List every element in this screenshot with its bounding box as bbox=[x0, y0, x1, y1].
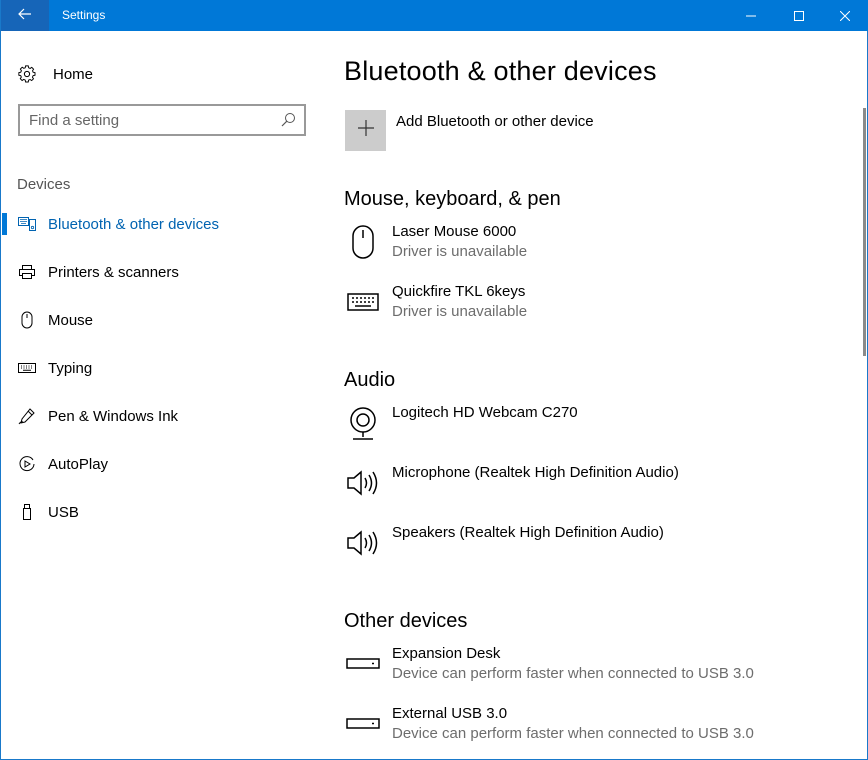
sidebar-item-typing[interactable]: Typing bbox=[2, 350, 322, 386]
sidebar-item-mouse[interactable]: Mouse bbox=[2, 302, 322, 338]
title-bar: Settings bbox=[1, 0, 868, 31]
sidebar-item-label: AutoPlay bbox=[48, 455, 109, 473]
back-arrow-icon bbox=[18, 7, 32, 25]
device-status: Device can perform faster when connected… bbox=[392, 725, 754, 742]
minimize-button[interactable] bbox=[728, 0, 774, 31]
add-device-label: Add Bluetooth or other device bbox=[396, 113, 594, 130]
sidebar-item-home[interactable]: Home bbox=[17, 63, 93, 85]
device-item[interactable]: Speakers (Realtek High Definition Audio) bbox=[345, 524, 845, 570]
sidebar-item-label: Mouse bbox=[48, 311, 94, 329]
printer-icon bbox=[17, 262, 37, 282]
group-title-audio: Audio bbox=[344, 369, 396, 391]
keyboard-icon bbox=[345, 283, 381, 321]
sidebar-item-label: Typing bbox=[48, 359, 93, 377]
maximize-icon bbox=[794, 10, 804, 21]
gear-icon bbox=[17, 64, 37, 84]
pen-icon bbox=[17, 406, 37, 426]
sidebar-item-usb[interactable]: USB bbox=[2, 494, 322, 530]
search-box[interactable] bbox=[18, 104, 306, 136]
sidebar: Home Devices Bluetooth bbox=[2, 31, 322, 759]
scrollbar-thumb[interactable] bbox=[863, 108, 866, 356]
home-label: Home bbox=[53, 65, 94, 83]
sidebar-item-label: USB bbox=[48, 503, 79, 521]
add-tile bbox=[345, 110, 386, 151]
close-icon bbox=[840, 10, 850, 21]
plus-icon bbox=[357, 119, 375, 142]
device-name: Expansion Desk bbox=[392, 645, 501, 662]
sidebar-item-label: Printers & scanners bbox=[48, 263, 179, 281]
group-title-other-devices: Other devices bbox=[344, 610, 468, 632]
page-title: Bluetooth & other devices bbox=[344, 56, 657, 86]
sidebar-item-printers[interactable]: Printers & scanners bbox=[2, 254, 322, 290]
device-item[interactable]: Microphone (Realtek High Definition Audi… bbox=[345, 464, 845, 510]
device-name: Quickfire TKL 6keys bbox=[392, 283, 526, 300]
maximize-button[interactable] bbox=[776, 0, 822, 31]
device-name: Speakers (Realtek High Definition Audio) bbox=[392, 524, 664, 541]
device-name: Logitech HD Webcam C270 bbox=[392, 404, 578, 421]
device-item[interactable]: External USB 3.0 Device can perform fast… bbox=[345, 705, 845, 751]
main-content: Bluetooth & other devices Add Bluetooth … bbox=[322, 31, 858, 759]
drive-icon bbox=[345, 705, 381, 743]
sidebar-item-autoplay[interactable]: AutoPlay bbox=[2, 446, 322, 482]
active-indicator bbox=[2, 213, 7, 235]
group-title-mouse-keyboard-pen: Mouse, keyboard, & pen bbox=[344, 188, 561, 210]
device-status: Driver is unavailable bbox=[392, 303, 528, 320]
search-icon[interactable] bbox=[280, 112, 296, 128]
sidebar-item-label: Pen & Windows Ink bbox=[48, 407, 179, 425]
sidebar-item-bluetooth[interactable]: Bluetooth & other devices bbox=[2, 206, 322, 242]
add-device-button[interactable]: Add Bluetooth or other device bbox=[345, 110, 594, 151]
speaker-icon bbox=[345, 524, 381, 562]
device-status: Device can perform faster when connected… bbox=[392, 665, 754, 682]
device-name: Microphone (Realtek High Definition Audi… bbox=[392, 464, 679, 481]
webcam-icon bbox=[345, 404, 381, 442]
device-name: Laser Mouse 6000 bbox=[392, 223, 517, 240]
window-title: Settings bbox=[62, 8, 106, 22]
speaker-icon bbox=[345, 464, 381, 502]
settings-window: Settings Home Find a setting Devices Blu… bbox=[0, 0, 868, 760]
drive-icon bbox=[345, 645, 381, 683]
autoplay-icon bbox=[17, 454, 37, 474]
device-item[interactable]: Laser Mouse 6000 Driver is unavailable bbox=[345, 223, 845, 269]
usb-icon bbox=[17, 502, 37, 522]
keyboard-icon bbox=[17, 358, 37, 378]
device-name: External USB 3.0 bbox=[392, 705, 508, 722]
device-item[interactable]: Expansion Desk Device can perform faster… bbox=[345, 645, 845, 691]
back-button[interactable] bbox=[1, 0, 49, 31]
mouse-icon bbox=[345, 223, 381, 261]
bluetooth-devices-icon bbox=[17, 214, 37, 234]
device-item[interactable]: Logitech HD Webcam C270 bbox=[345, 404, 845, 450]
section-label-devices: Devices bbox=[17, 176, 71, 193]
sidebar-item-pen[interactable]: Pen & Windows Ink bbox=[2, 398, 322, 434]
device-item[interactable]: Quickfire TKL 6keys Driver is unavailabl… bbox=[345, 283, 845, 329]
mouse-icon bbox=[17, 310, 37, 330]
sidebar-item-label: Bluetooth & other devices bbox=[48, 215, 219, 233]
search-input[interactable] bbox=[20, 107, 270, 133]
device-status: Driver is unavailable bbox=[392, 243, 528, 260]
close-button[interactable] bbox=[822, 0, 868, 31]
minimize-icon bbox=[746, 11, 756, 21]
